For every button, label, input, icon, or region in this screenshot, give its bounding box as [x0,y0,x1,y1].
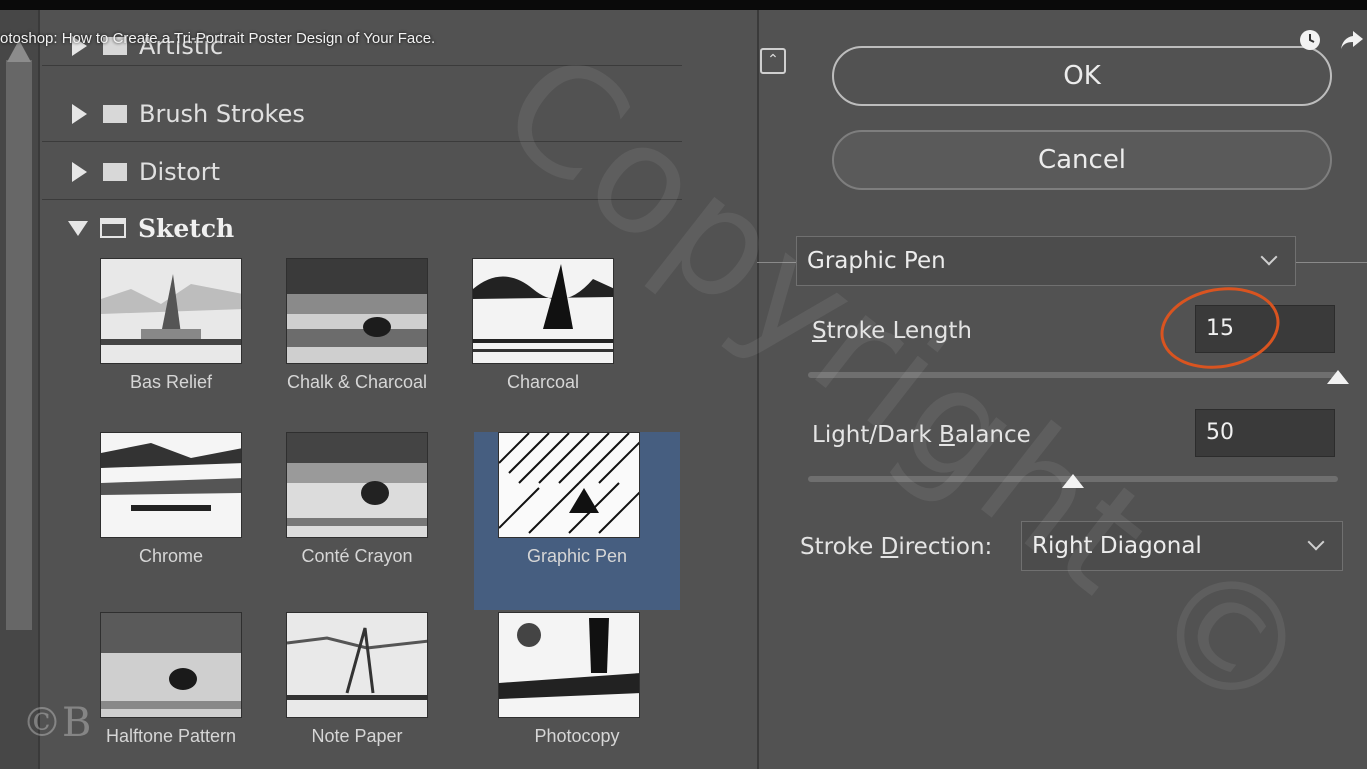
filter-chalk-charcoal[interactable]: Chalk & Charcoal [264,258,450,436]
ok-button[interactable]: OK [832,46,1332,106]
category-distort[interactable]: Distort [42,144,682,200]
expand-triangle-icon [72,103,87,124]
filter-thumbnail [100,432,242,538]
filter-bas-relief[interactable]: Bas Relief [78,258,264,436]
filter-label: Bas Relief [129,372,213,392]
filter-thumbnail [472,258,614,364]
stroke-length-slider[interactable] [808,372,1338,378]
filter-charcoal[interactable]: Charcoal [450,258,636,436]
chevron-down-icon [1307,533,1325,551]
filter-label: Conté Crayon [301,546,413,566]
balance-slider-handle[interactable] [1062,474,1084,488]
filter-chrome[interactable]: Chrome [78,432,264,610]
chevron-down-icon [1260,248,1278,266]
scrollbar-thumb[interactable] [6,60,32,630]
scrollbar[interactable] [0,10,40,769]
video-title[interactable]: otoshop: How to Create a Tri-Portrait Po… [0,30,435,47]
filter-label: Halftone Pattern [105,726,237,746]
filter-note-paper[interactable]: Note Paper [264,612,450,769]
filter-thumbnail [286,432,428,538]
filter-label: Graphic Pen [526,546,628,566]
filter-halftone-pattern[interactable]: Halftone Pattern [78,612,264,769]
stroke-direction-select[interactable]: Right Diagonal [1021,521,1343,571]
category-label: Distort [139,157,221,186]
collapse-triangle-icon [68,220,88,236]
category-label: Brush Strokes [139,99,305,128]
collapse-icon: ⌃ [767,52,779,68]
stroke-direction-label: Stroke Direction: [800,534,993,560]
filter-thumbnail [286,612,428,718]
category-brush-strokes[interactable]: Brush Strokes [42,86,682,142]
expand-triangle-icon [72,161,87,182]
filter-photocopy[interactable]: Photocopy [474,612,680,769]
filter-thumbnail [286,258,428,364]
filter-label: Charcoal [506,372,580,392]
folder-icon [103,162,127,181]
filter-label: Note Paper [311,726,403,746]
folder-open-icon [100,218,126,238]
filter-label: Photocopy [534,726,620,746]
filter-select[interactable]: Graphic Pen [796,236,1296,286]
balance-input[interactable]: 50 [1195,409,1335,457]
share-icon[interactable] [1339,28,1365,52]
filter-select-value: Graphic Pen [807,248,946,274]
collapse-gallery-button[interactable]: ⌃ [760,48,786,74]
filter-graphic-pen[interactable]: Graphic Pen [474,432,680,610]
stroke-length-label: Stroke Length [812,318,972,344]
channel-logo: ©B [22,700,92,746]
folder-icon [103,104,127,123]
balance-label: Light/Dark Balance [812,422,1031,448]
video-top-border [0,0,1367,10]
clock-icon[interactable] [1298,28,1322,52]
cancel-button[interactable]: Cancel [832,130,1332,190]
filter-gallery: Artistic Brush Strokes Distort Sketch Ba… [42,10,682,769]
filter-thumbnail [498,612,640,718]
filter-label: Chrome [138,546,204,566]
filter-thumbnail [498,432,640,538]
filter-settings-panel [757,10,1367,769]
category-label: Sketch [138,213,235,243]
filter-conte-crayon[interactable]: Conté Crayon [264,432,450,610]
stroke-direction-value: Right Diagonal [1032,533,1202,559]
stroke-length-slider-handle[interactable] [1327,370,1349,384]
category-sketch[interactable]: Sketch [42,200,682,256]
filter-thumbnail [100,612,242,718]
filter-thumbnail [100,258,242,364]
filter-label: Chalk & Charcoal [286,372,428,392]
